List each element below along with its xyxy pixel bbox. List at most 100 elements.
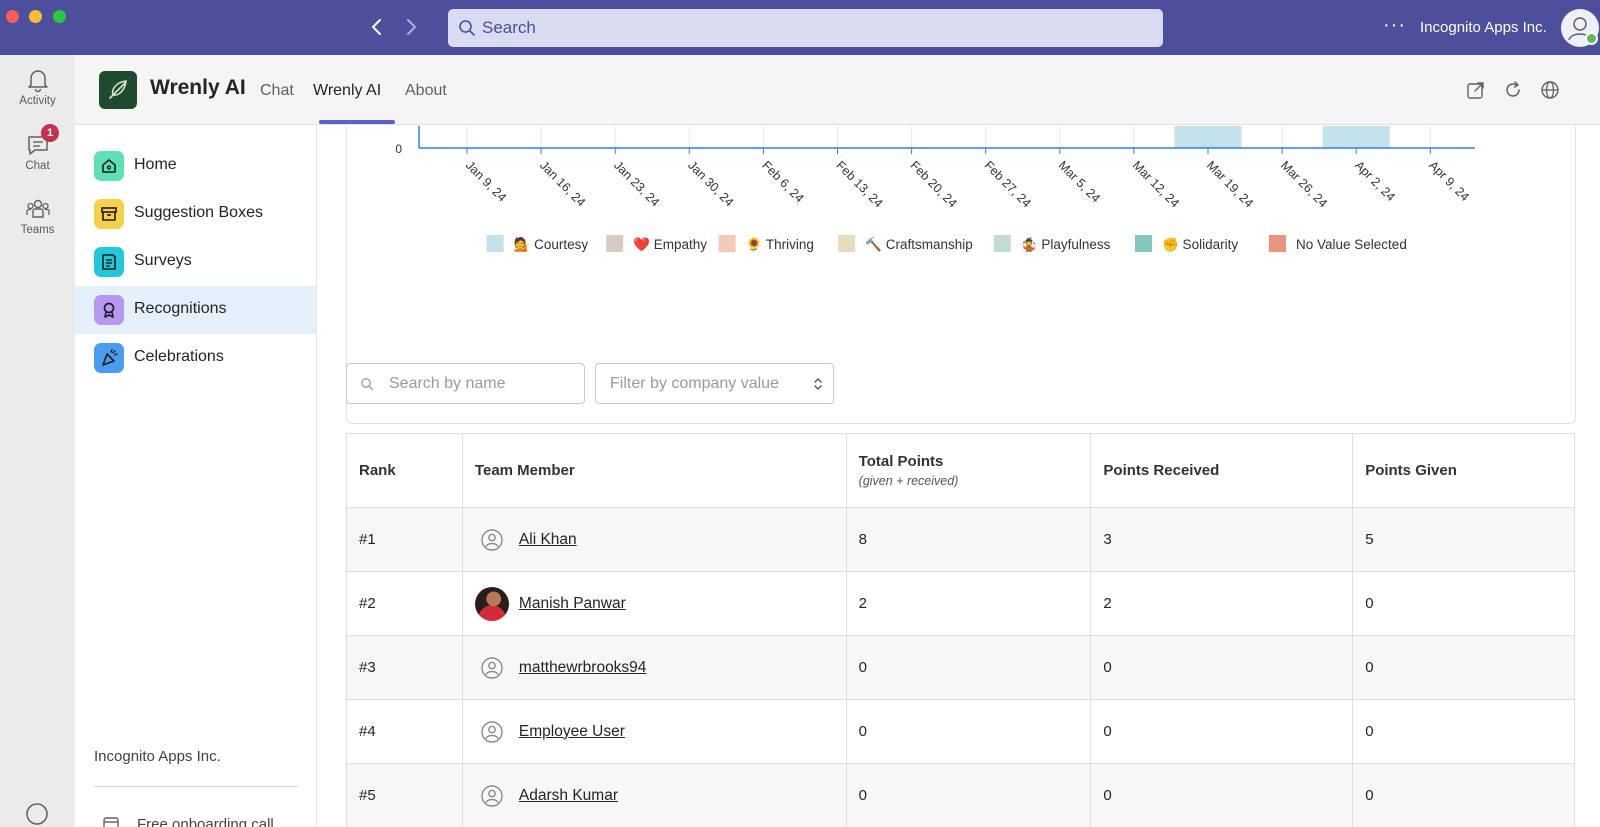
total-points-cell: 2 [845,571,1092,636]
legend-label[interactable]: ✊ Solidarity [1162,237,1238,253]
member-name-link[interactable]: matthewrbrooks94 [519,659,647,677]
chart-x-tick-label: Jan 23, 24 [611,158,662,209]
sidebar-item-home[interactable]: Home [75,142,316,190]
legend-swatch[interactable] [1135,235,1152,252]
legend-label[interactable]: 🌻 Thriving [746,236,814,252]
chart-x-tick-label: Apr 2, 24 [1352,158,1398,204]
header-rank[interactable]: Rank [346,433,463,508]
header-total-points[interactable]: Total Points (given + received) [845,433,1092,508]
member-name-link[interactable]: Adarsh Kumar [519,787,618,805]
member-name-link[interactable]: Employee User [519,723,625,741]
points-received-cell: 2 [1090,571,1354,636]
inbox-icon [94,199,124,229]
legend-swatch[interactable] [838,235,856,252]
rail-item-teams[interactable]: Teams [0,196,75,236]
calendar-icon [103,817,119,827]
rank-cell: #4 [346,699,463,764]
legend-swatch[interactable] [993,235,1011,252]
party-icon [94,343,124,373]
header-team-member[interactable]: Team Member [461,433,847,508]
chart-bar[interactable] [1174,126,1242,148]
legend-swatch[interactable] [486,235,504,252]
global-search-placeholder: Search [482,18,536,37]
chart-x-tick-label: Mar 26, 24 [1278,158,1330,210]
chart-x-tick-label: Jan 16, 24 [537,158,588,209]
global-search-input[interactable]: Search [448,9,1163,47]
chart-y-tick-label: 0 [395,142,402,156]
tab-chat[interactable]: Chat [260,82,294,100]
minimize-window-button[interactable] [29,10,42,23]
title-bar: Search ··· Incognito Apps Inc. [0,0,1600,55]
member-cell: Manish Panwar [461,571,847,636]
legend-label[interactable]: ❤️ Empathy [633,237,707,252]
zoom-window-button[interactable] [53,10,66,23]
legend-label[interactable]: 💁 Courtesy [514,236,589,252]
legend-label[interactable]: 🔨 Craftsmanship [865,236,973,252]
award-icon [94,295,124,325]
header-total-points-sub: (given + received) [858,474,959,488]
rail-item-activity[interactable]: Activity [0,67,75,107]
leaderboard-table: Rank Team Member Total Points (given + r… [346,433,1575,827]
header-points-received[interactable]: Points Received [1090,433,1354,508]
app-title: Wrenly AI [150,76,246,99]
app-header: Wrenly AI Chat Wrenly AI About [75,55,1600,125]
sidebar-label-surveys: Surveys [134,252,192,269]
close-window-button[interactable] [6,10,19,23]
legend-swatch[interactable] [718,235,736,252]
refresh-icon[interactable] [1503,80,1523,100]
survey-icon [94,247,124,277]
chart-x-tick-label: Mar 5, 24 [1056,158,1103,205]
total-points-cell: 8 [845,507,1092,572]
back-arrow-icon[interactable] [366,16,388,38]
points-given-cell: 0 [1352,635,1575,700]
member-name-link[interactable]: Manish Panwar [519,595,626,613]
sidebar-item-celebrations[interactable]: Celebrations [75,334,316,382]
active-tab-indicator [319,120,395,124]
user-icon [481,656,503,679]
header-points-given[interactable]: Points Given [1352,433,1575,508]
legend-swatch[interactable] [606,235,624,252]
legend-swatch[interactable] [1269,235,1286,252]
avatar [475,715,509,749]
rail-item-chat[interactable]: 1 Chat [0,124,75,172]
sidebar-item-surveys[interactable]: Surveys [75,238,316,286]
chart-x-tick-label: Feb 20, 24 [907,158,959,210]
user-icon [481,784,503,807]
points-given-cell: 0 [1352,763,1575,827]
avatar [475,779,509,813]
tab-about[interactable]: About [405,82,447,100]
legend-label[interactable]: No Value Selected [1296,237,1407,252]
tab-wrenly-ai[interactable]: Wrenly AI [313,82,381,100]
chart-x-tick-label: Apr 9, 24 [1426,158,1472,204]
member-name-link[interactable]: Ali Khan [519,531,577,549]
sidebar-label-home: Home [134,156,177,173]
chart-x-tick-label: Mar 19, 24 [1204,158,1256,210]
rail-label-chat: Chat [25,160,50,172]
more-options-button[interactable]: ··· [1383,14,1406,37]
help-icon[interactable] [24,801,50,827]
company-value-filter-select[interactable]: Filter by company value [595,363,834,404]
member-cell: matthewrbrooks94 [461,635,847,700]
globe-icon[interactable] [1540,80,1560,100]
table-row: #2 Manish Panwar 2 2 0 [346,571,1575,636]
points-received-cell: 0 [1090,635,1354,700]
sidebar: Home Suggestion Boxes Surveys Recognitio… [75,126,317,827]
search-by-name-input[interactable]: Search by name [346,363,585,404]
member-cell: Employee User [461,699,847,764]
forward-arrow-icon[interactable] [400,16,422,38]
legend-label[interactable]: 🤹 Playfulness [1021,236,1111,252]
sidebar-item-recognitions[interactable]: Recognitions [75,286,316,334]
avatar [475,523,509,557]
chart-bar[interactable] [1322,126,1390,148]
rank-cell: #3 [346,635,463,700]
bell-icon [27,70,48,93]
wrenly-logo-icon [99,71,137,109]
onboarding-call-link[interactable]: Free onboarding call [137,816,274,827]
sidebar-label-recognitions: Recognitions [134,300,227,317]
chevron-up-down-icon [814,378,822,390]
pop-out-icon[interactable] [1466,80,1486,100]
total-points-cell: 0 [845,635,1092,700]
org-name[interactable]: Incognito Apps Inc. [1420,19,1547,36]
sidebar-item-suggestion-boxes[interactable]: Suggestion Boxes [75,190,316,238]
chat-unread-badge: 1 [41,124,59,142]
